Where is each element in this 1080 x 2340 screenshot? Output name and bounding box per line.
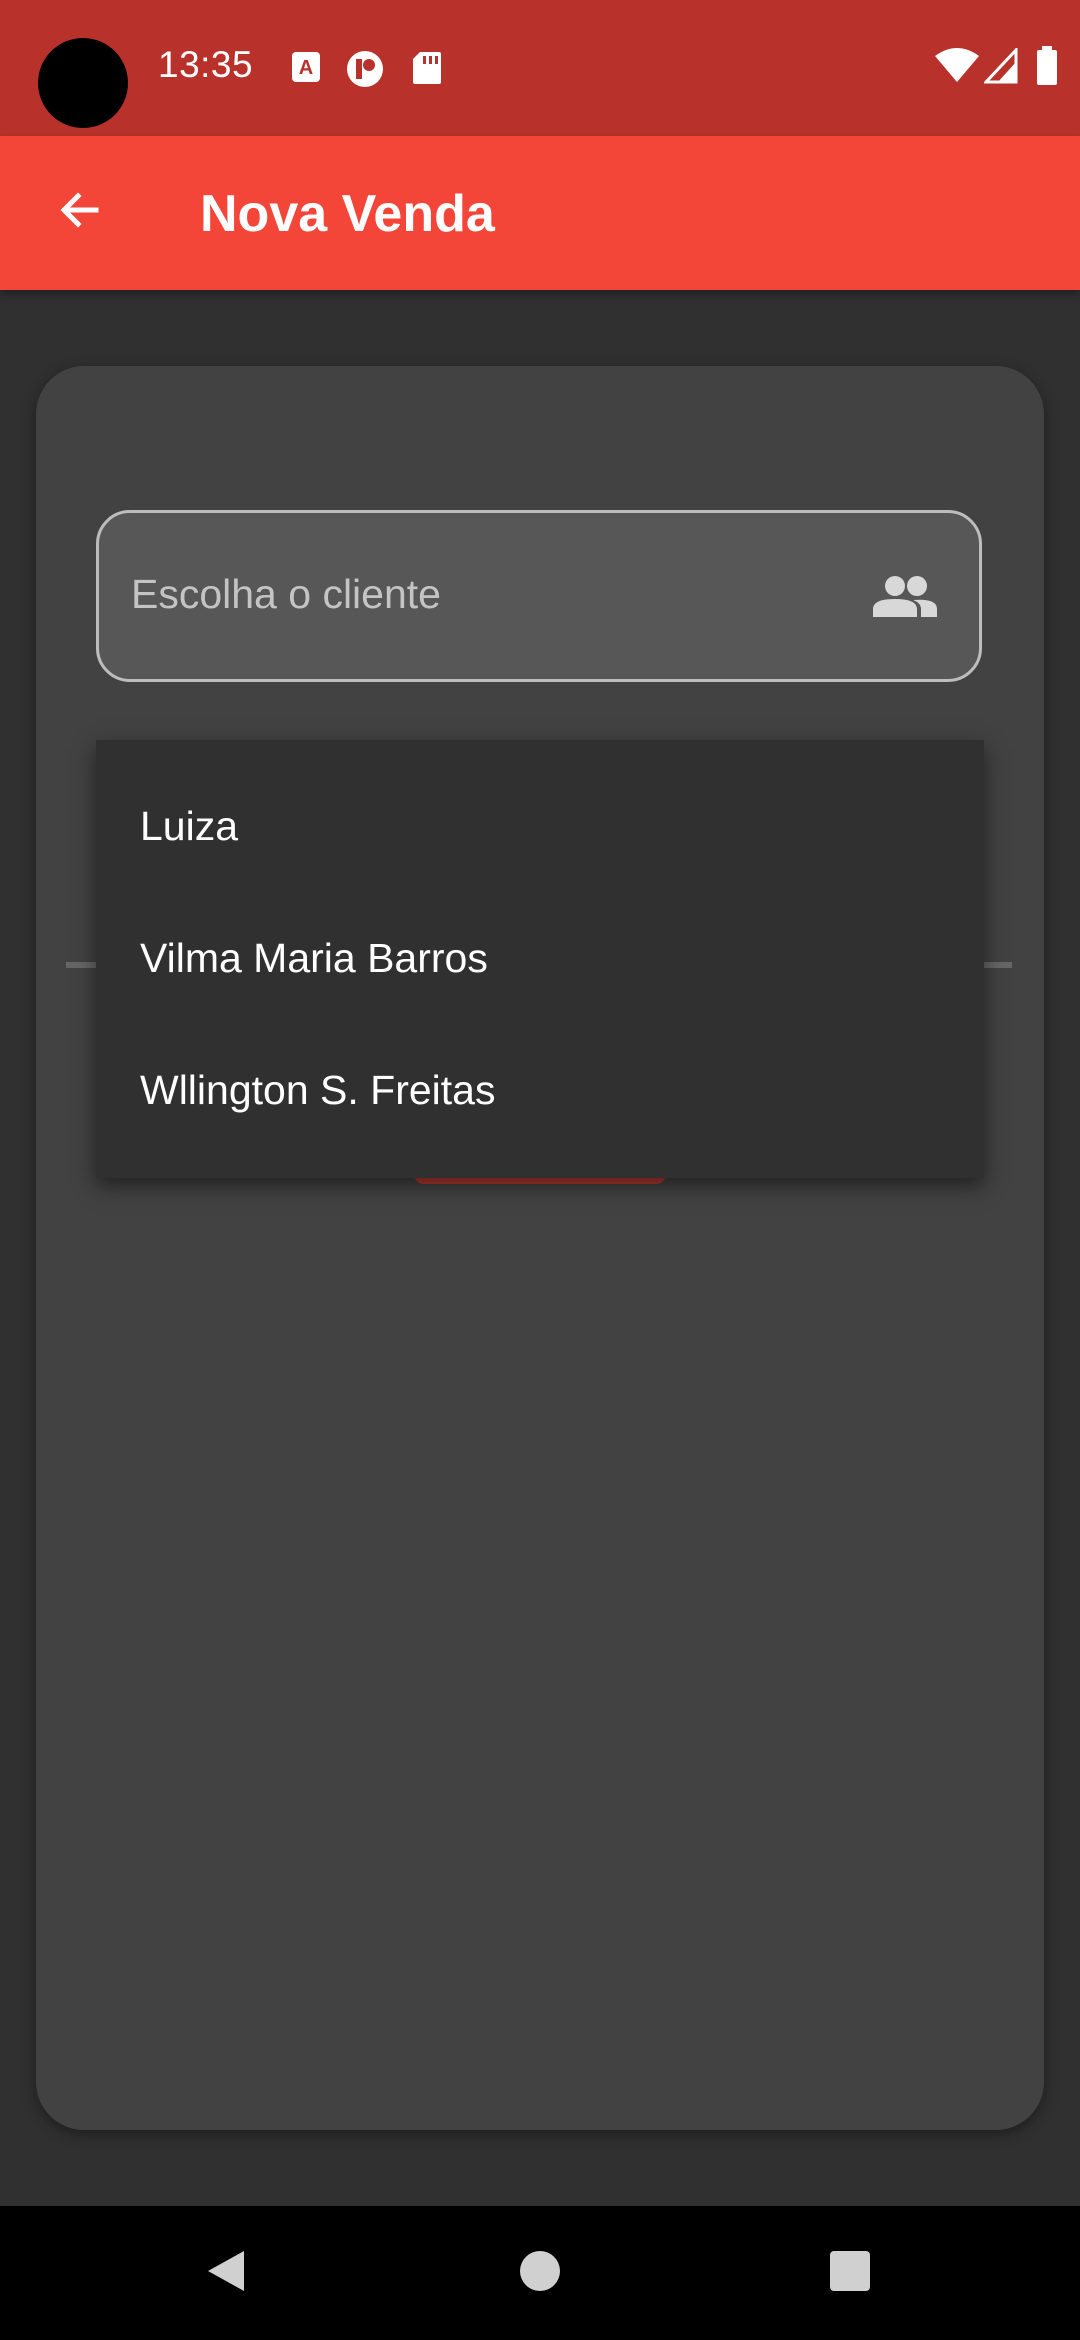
client-field-placeholder: Escolha o cliente [131,571,441,617]
dropdown-item[interactable]: Luiza [96,760,984,892]
back-triangle-icon [204,2247,248,2300]
client-select-field[interactable]: Escolha o cliente [96,510,982,682]
dropdown-item[interactable]: Wllington S. Freitas [96,1024,984,1156]
back-button[interactable] [30,162,130,262]
recents-square-icon [829,2250,871,2297]
battery-icon [1036,46,1058,91]
nav-recents-button[interactable] [780,2206,920,2340]
system-nav-bar [0,2206,1080,2340]
wifi-icon [934,48,980,89]
client-dropdown-menu: Luiza Vilma Maria Barros Wllington S. Fr… [96,740,984,1178]
sd-card-icon [412,50,442,91]
status-bar: 13:35 A [0,0,1080,136]
nav-back-button[interactable] [156,2206,296,2340]
app-bar: Nova Venda [0,136,1080,290]
people-icon [873,575,937,624]
page-title: Nova Venda [200,185,495,243]
divider [66,962,100,968]
nav-home-button[interactable] [470,2206,610,2340]
dropdown-item[interactable]: Vilma Maria Barros [96,892,984,1024]
camera-cutout [38,38,128,128]
status-time: 13:35 [158,44,254,85]
home-circle-icon [519,2250,561,2297]
arrow-back-icon [56,186,104,239]
svg-text:A: A [299,57,313,79]
cell-signal-icon [982,46,1018,89]
font-app-icon: A [290,50,322,89]
record-app-icon [346,50,384,93]
